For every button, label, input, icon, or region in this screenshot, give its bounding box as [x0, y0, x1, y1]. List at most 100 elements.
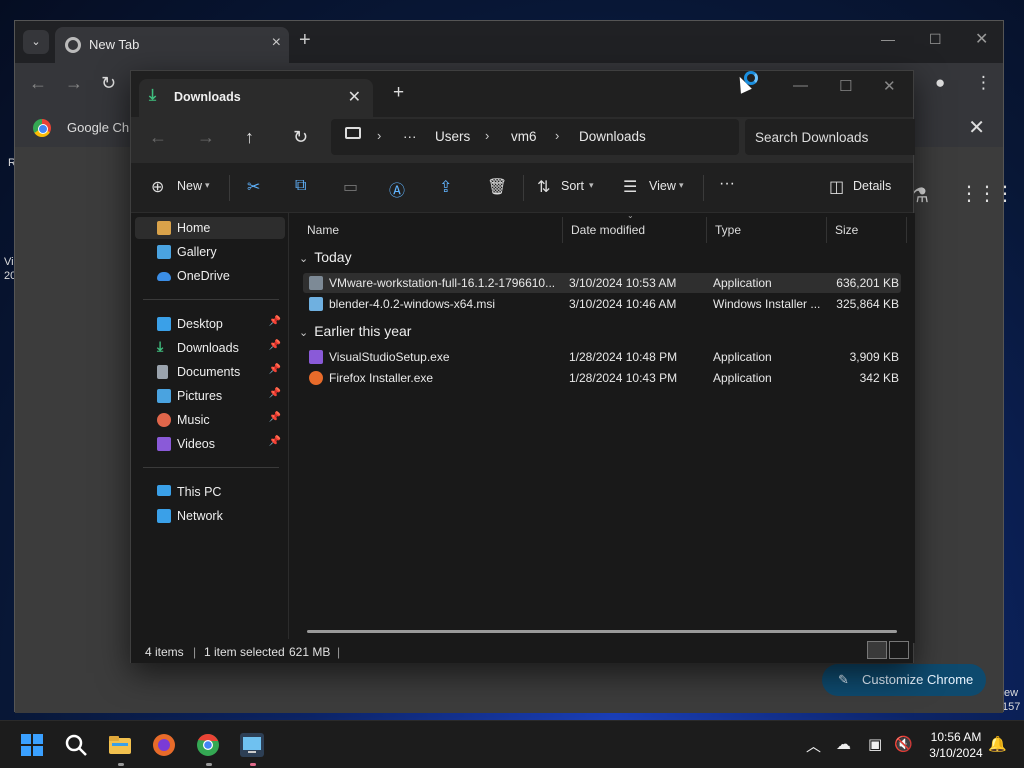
details-view-button[interactable]: [867, 641, 887, 659]
profile-icon[interactable]: ●: [935, 73, 945, 93]
column-header-name[interactable]: Name: [299, 217, 563, 243]
back-arrow-icon[interactable]: ←: [149, 127, 167, 148]
sidebar-item-desktop[interactable]: Desktop 📌: [135, 313, 285, 335]
minimize-button[interactable]: —: [881, 31, 895, 47]
details-pane-icon[interactable]: ◫: [829, 177, 844, 197]
chevron-down-icon[interactable]: ▾: [589, 180, 594, 191]
volume-muted-icon[interactable]: 🔇: [894, 735, 913, 753]
rename-icon[interactable]: Ⓐ: [389, 177, 405, 201]
group-header-earlier-this-year[interactable]: ⌄ Earlier this year: [299, 323, 411, 339]
control-panel-icon[interactable]: [240, 733, 264, 757]
file-row[interactable]: VMware-workstation-full-16.1.2-1796610..…: [303, 273, 901, 293]
minimize-button[interactable]: —: [793, 77, 808, 94]
refresh-icon[interactable]: ↻: [293, 127, 308, 148]
forward-arrow-icon[interactable]: →: [65, 73, 83, 94]
chrome-tab[interactable]: New Tab ×: [55, 27, 289, 63]
pin-icon[interactable]: 📌: [269, 316, 281, 327]
back-arrow-icon[interactable]: ←: [29, 73, 47, 94]
file-row[interactable]: blender-4.0.2-windows-x64.msi 3/10/2024 …: [303, 294, 901, 314]
breadcrumb-downloads[interactable]: Downloads: [579, 129, 646, 144]
show-hidden-icons-chevron-icon[interactable]: ︿: [806, 735, 821, 756]
pin-icon[interactable]: 📌: [269, 364, 281, 375]
breadcrumb-more[interactable]: ···: [403, 129, 417, 144]
forward-arrow-icon[interactable]: →: [197, 127, 215, 148]
chevron-down-icon[interactable]: ▾: [679, 180, 684, 191]
apps-grid-icon[interactable]: ⋮⋮⋮: [959, 181, 1015, 206]
pin-icon[interactable]: 📌: [269, 436, 281, 447]
sort-button[interactable]: Sort: [561, 179, 584, 193]
sidebar-item-pictures[interactable]: Pictures 📌: [135, 385, 285, 407]
onedrive-cloud-icon[interactable]: ☁: [836, 735, 851, 753]
group-header-today[interactable]: ⌄ Today: [299, 249, 352, 265]
large-icons-view-button[interactable]: [889, 641, 909, 659]
close-icon[interactable]: ✕: [968, 115, 985, 140]
desktop-text-fragment: 157: [1002, 701, 1021, 713]
pin-icon[interactable]: 📌: [269, 340, 281, 351]
column-header-type[interactable]: Type: [707, 217, 827, 243]
taskbar-clock[interactable]: 10:56 AM 3/10/2024: [916, 729, 996, 761]
sidebar-item-videos[interactable]: Videos 📌: [135, 433, 285, 455]
column-header-size[interactable]: Size: [827, 217, 907, 243]
sidebar-item-music[interactable]: Music 📌: [135, 409, 285, 431]
breadcrumb-users[interactable]: Users: [435, 129, 470, 144]
maximize-button[interactable]: ☐: [839, 77, 852, 95]
chevron-right-icon[interactable]: ›: [377, 128, 381, 143]
firefox-icon[interactable]: [152, 733, 176, 757]
file-explorer-icon[interactable]: [108, 733, 132, 757]
share-icon[interactable]: ⇪: [439, 177, 452, 197]
notification-bell-icon[interactable]: 🔔: [988, 735, 1007, 753]
file-row[interactable]: VisualStudioSetup.exe 1/28/2024 10:48 PM…: [303, 347, 901, 367]
explorer-tab[interactable]: ⤓ Downloads ✕: [139, 79, 373, 117]
search-input[interactable]: [755, 127, 905, 147]
sidebar-item-network[interactable]: Network: [135, 505, 285, 527]
search-box[interactable]: [745, 119, 915, 155]
maximize-button[interactable]: ☐: [929, 31, 942, 48]
file-row[interactable]: Firefox Installer.exe 1/28/2024 10:43 PM…: [303, 368, 901, 388]
breadcrumb-vm6[interactable]: vm6: [511, 129, 537, 144]
search-icon[interactable]: [64, 733, 88, 757]
chrome-menu-icon[interactable]: ⋮: [975, 73, 992, 93]
new-plus-icon[interactable]: ⊕: [151, 177, 164, 197]
close-window-button[interactable]: ✕: [883, 77, 896, 95]
copy-icon[interactable]: ⧉: [295, 177, 306, 195]
close-tab-icon[interactable]: ×: [272, 34, 281, 52]
start-windows-icon[interactable]: [20, 733, 44, 757]
close-tab-icon[interactable]: ✕: [348, 87, 361, 107]
new-tab-button[interactable]: +: [393, 82, 404, 104]
horizontal-scrollbar[interactable]: [307, 630, 897, 633]
cut-icon[interactable]: ✂: [247, 177, 260, 197]
sidebar-item-this-pc[interactable]: This PC: [135, 481, 285, 503]
view-icon[interactable]: ☰: [623, 177, 637, 197]
column-header-date-modified[interactable]: Date modified: [563, 217, 707, 243]
google-chrome-icon[interactable]: [196, 733, 220, 757]
chevron-right-icon[interactable]: ›: [485, 128, 489, 143]
sort-icon[interactable]: ⇅: [537, 177, 550, 197]
chevron-right-icon[interactable]: ›: [555, 128, 559, 143]
network-icon[interactable]: ▣: [868, 735, 882, 753]
paste-icon[interactable]: ▭: [343, 177, 358, 197]
sidebar-item-home[interactable]: Home: [135, 217, 285, 239]
see-more-button[interactable]: ···: [719, 175, 735, 193]
clock-time: 10:56 AM: [930, 730, 982, 744]
sidebar-item-onedrive[interactable]: OneDrive: [135, 265, 285, 287]
chevron-down-icon[interactable]: ⌄: [299, 327, 308, 339]
sidebar-item-gallery[interactable]: Gallery: [135, 241, 285, 263]
sidebar-item-documents[interactable]: Documents 📌: [135, 361, 285, 383]
sidebar-item-downloads[interactable]: ⤓ Downloads 📌: [135, 337, 285, 359]
new-button[interactable]: New: [177, 179, 202, 193]
details-button[interactable]: Details: [853, 179, 891, 193]
bookmark-label[interactable]: Google Ch: [67, 120, 129, 135]
reload-icon[interactable]: ↻: [101, 73, 116, 94]
close-window-button[interactable]: ✕: [975, 29, 988, 49]
chevron-down-icon[interactable]: ▾: [205, 180, 210, 191]
delete-icon[interactable]: 🗑: [487, 177, 507, 197]
chevron-down-icon[interactable]: ⌄: [299, 253, 308, 265]
view-button[interactable]: View: [649, 179, 676, 193]
pin-icon[interactable]: 📌: [269, 412, 281, 423]
new-tab-button[interactable]: +: [299, 29, 311, 52]
pin-icon[interactable]: 📌: [269, 388, 281, 399]
customize-chrome-button[interactable]: ✎ Customize Chrome: [822, 664, 986, 696]
address-bar[interactable]: › ··· › Users vm6 › Downloads: [331, 119, 739, 155]
up-arrow-icon[interactable]: ↑: [245, 127, 254, 148]
tab-search-button[interactable]: ⌄: [23, 30, 49, 54]
